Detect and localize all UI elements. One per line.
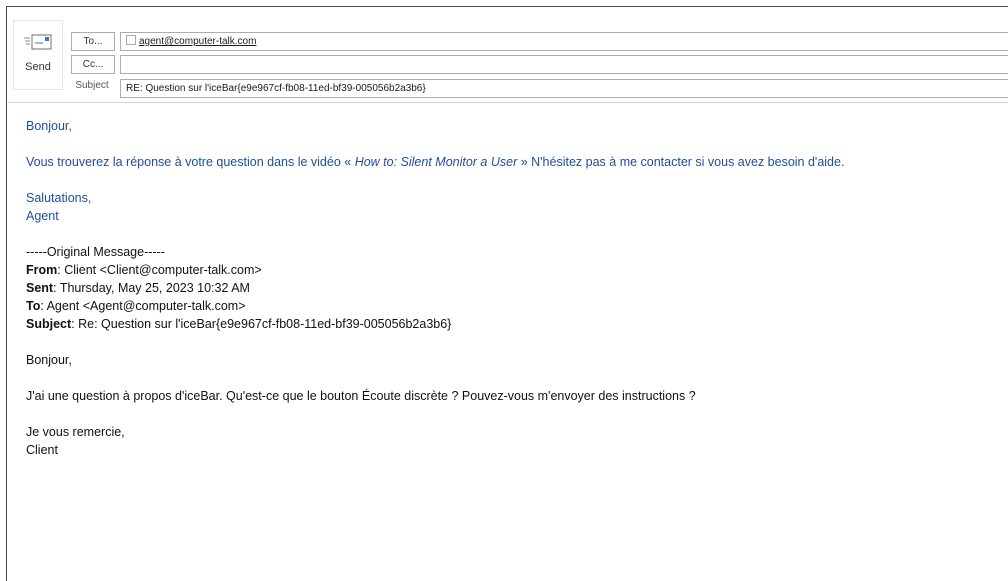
cc-field[interactable] (120, 55, 1008, 74)
cc-button[interactable]: Cc... (71, 55, 115, 74)
original-sent: Sent: Thursday, May 25, 2023 10:32 AM (26, 279, 1006, 297)
original-from-label: From (26, 263, 58, 277)
original-message: -----Original Message----- From: Client … (26, 243, 1006, 459)
compose-window: Send To... agent@computer-talk.com Cc...… (6, 6, 1008, 581)
video-title: How to: Silent Monitor a User (354, 155, 518, 169)
reply-signature: Agent (26, 209, 59, 223)
original-to: To: Agent <Agent@computer-talk.com> (26, 297, 1006, 315)
message-body[interactable]: Bonjour, Vous trouverez la réponse à vot… (26, 117, 1006, 459)
reply-section: Bonjour, Vous trouverez la réponse à vot… (26, 117, 1006, 225)
original-sent-label: Sent (26, 281, 54, 295)
send-envelope-icon (24, 34, 52, 50)
original-to-label: To (26, 299, 41, 313)
reply-greeting: Bonjour, (26, 119, 72, 133)
recipient-checkbox-icon (126, 35, 136, 45)
send-button[interactable]: Send (13, 20, 63, 90)
original-from: From: Client <Client@computer-talk.com> (26, 261, 1006, 279)
reply-answer-text: Vous trouverez la réponse à votre questi… (26, 155, 355, 169)
recipient-address: agent@computer-talk.com (139, 36, 257, 47)
reply-closing: Salutations, (26, 191, 92, 205)
original-subject-label: Subject (26, 317, 72, 331)
to-field[interactable]: agent@computer-talk.com (120, 32, 1008, 51)
recipient-chip[interactable]: agent@computer-talk.com (126, 33, 256, 50)
original-closing: Je vous remercie, (26, 425, 125, 439)
original-separator: -----Original Message----- (26, 245, 165, 259)
original-from-value: : Client <Client@computer-talk.com> (57, 263, 262, 277)
original-sent-value: : Thursday, May 25, 2023 10:32 AM (53, 281, 250, 295)
to-button[interactable]: To... (71, 32, 115, 51)
reply-answer-text-end: » N'hésitez pas à me contacter si vous a… (517, 155, 845, 169)
subject-field[interactable]: RE: Question sur l'iceBar{e9e967cf-fb08-… (120, 79, 1008, 98)
subject-label: Subject (75, 80, 109, 91)
original-subject-value: : Re: Question sur l'iceBar{e9e967cf-fb0… (71, 317, 452, 331)
original-greeting: Bonjour, (26, 353, 72, 367)
reply-answer-line: Vous trouverez la réponse à votre questi… (26, 153, 1006, 171)
original-subject: Subject: Re: Question sur l'iceBar{e9e96… (26, 315, 1006, 333)
compose-header: Send To... agent@computer-talk.com Cc...… (8, 7, 1008, 103)
original-to-value: : Agent <Agent@computer-talk.com> (40, 299, 246, 313)
send-label: Send (25, 61, 51, 73)
original-signature: Client (26, 443, 58, 457)
original-question: J'ai une question à propos d'iceBar. Qu'… (26, 389, 696, 403)
